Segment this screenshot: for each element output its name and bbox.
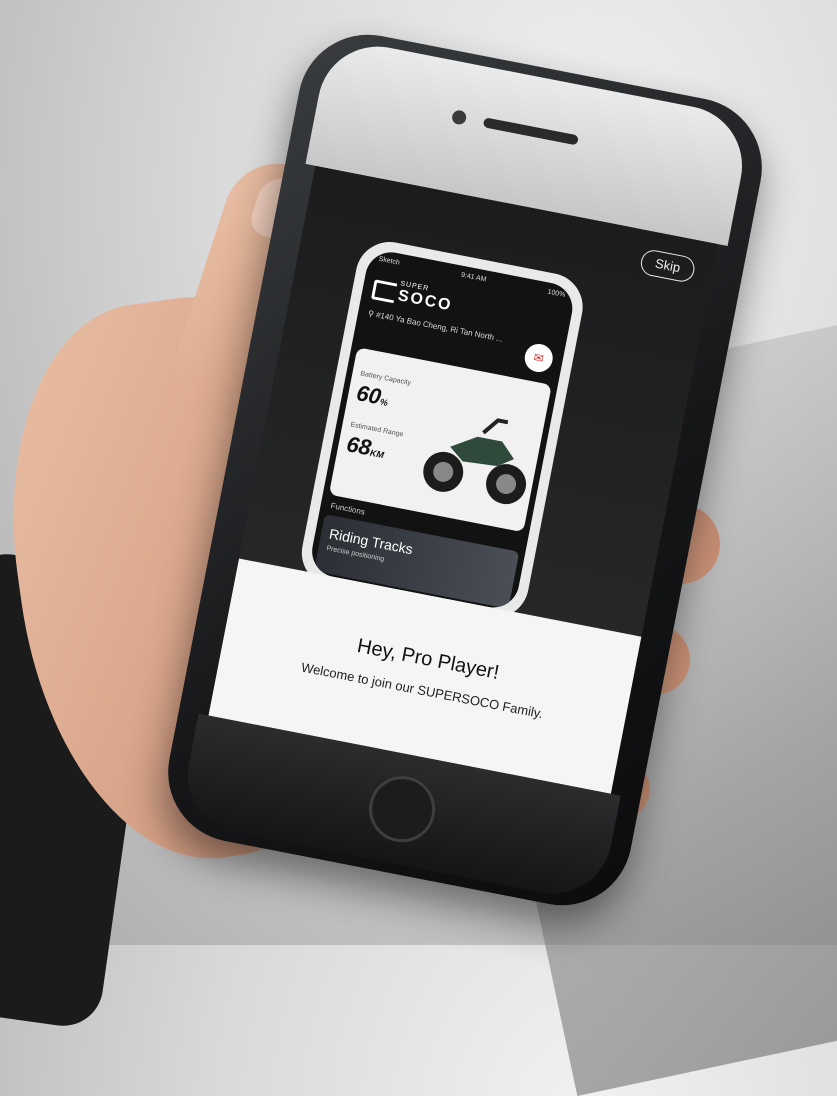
motorcycle-image — [423, 418, 527, 505]
location-pin-icon: ⚲ — [367, 308, 375, 319]
carrier: Sketch — [377, 255, 401, 267]
time: 9:41 AM — [460, 271, 487, 284]
app-preview-phone: Sketch 9:41 AM 100% SUPER SOCO ⚲ #140 Ya… — [295, 236, 589, 624]
brand-logo: SUPER SOCO — [370, 275, 455, 315]
range-unit: KM — [369, 447, 385, 461]
range-value: 68KM — [344, 431, 387, 464]
skip-button[interactable]: Skip — [638, 248, 697, 284]
status-card: Battery Capacity 60% Estimated Range 68K… — [328, 347, 552, 533]
app-preview-screen: Sketch 9:41 AM 100% SUPER SOCO ⚲ #140 Ya… — [307, 247, 577, 612]
functions-label: Functions — [329, 501, 366, 517]
phone-screen: Skip Sketch 9:41 AM 100% SUPER SOCO ⚲ #1… — [208, 165, 718, 794]
battery: 100% — [546, 288, 566, 299]
battery-value: 60% — [354, 380, 391, 412]
address-text: #140 Ya Bao Cheng, Ri Tan North ... — [375, 310, 504, 344]
battery-unit: % — [379, 396, 389, 408]
address: ⚲ #140 Ya Bao Cheng, Ri Tan North ... — [367, 309, 503, 344]
message-icon[interactable]: ✉ — [522, 341, 556, 375]
brand-mark-icon — [370, 279, 398, 304]
